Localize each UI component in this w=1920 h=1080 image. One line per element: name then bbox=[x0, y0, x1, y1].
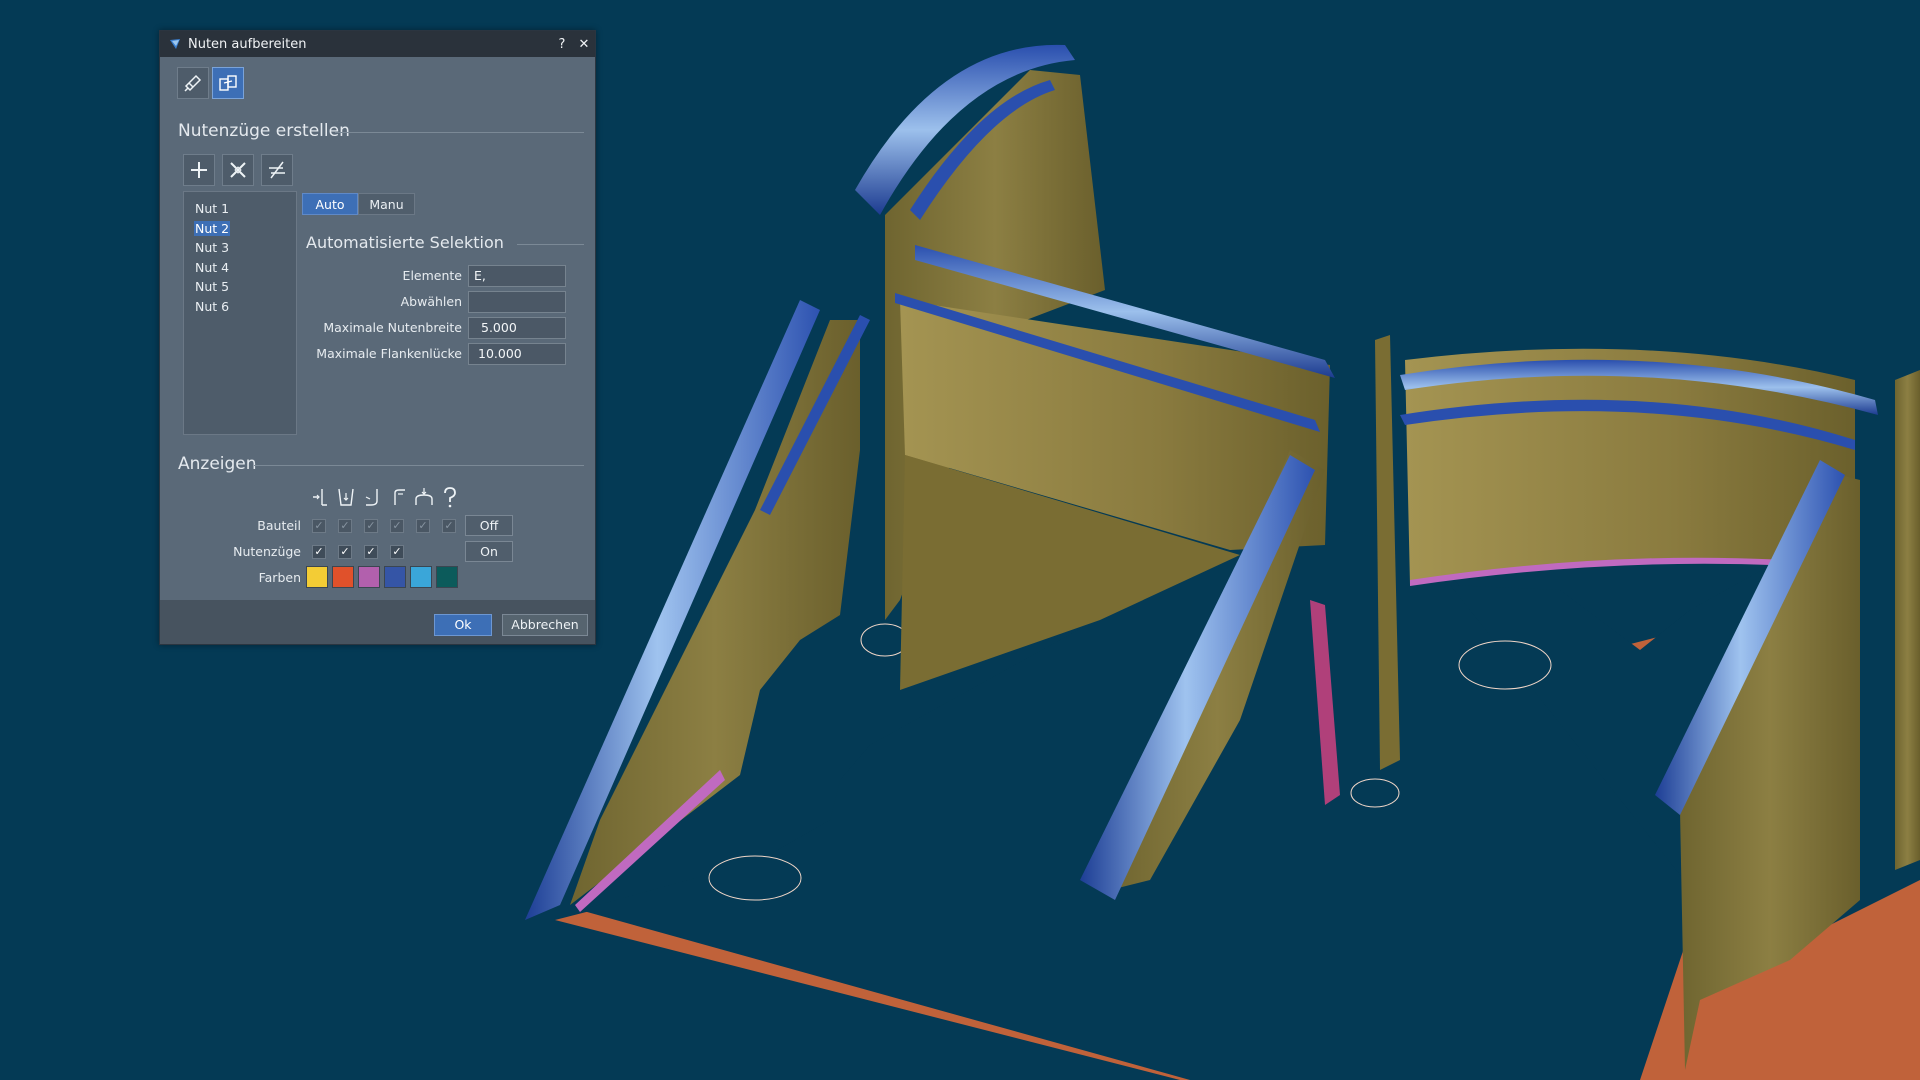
section-show-title: Anzeigen bbox=[178, 454, 257, 474]
elemente-label: Elemente bbox=[402, 268, 462, 283]
hole-small bbox=[1350, 778, 1400, 808]
delete-groove-button[interactable] bbox=[222, 154, 254, 186]
color-swatch-cyan[interactable] bbox=[410, 566, 432, 588]
bauteil-check-5[interactable]: ✓ bbox=[416, 519, 430, 533]
bauteil-check-3[interactable]: ✓ bbox=[364, 519, 378, 533]
dialog-titlebar[interactable]: Nuten aufbereiten ? ✕ bbox=[160, 31, 595, 57]
groove-edit-icon bbox=[184, 74, 202, 92]
bauteil-check-4[interactable]: ✓ bbox=[390, 519, 404, 533]
dialog-footer: Ok Abbrechen bbox=[160, 600, 595, 644]
bauteil-label: Bauteil bbox=[257, 518, 301, 533]
groove-list[interactable]: Nut 1 Nut 2 Nut 3 Nut 4 Nut 5 Nut 6 bbox=[183, 191, 297, 435]
max-flankenluecke-field[interactable]: 10.000 bbox=[468, 343, 566, 365]
nutenzuege-label: Nutenzüge bbox=[233, 544, 301, 559]
app-logo-icon bbox=[170, 39, 180, 49]
groove-type-4-icon bbox=[394, 489, 405, 505]
groove-edit-mode-button[interactable] bbox=[177, 67, 209, 99]
nutenzuege-toggle-button[interactable]: On bbox=[465, 541, 513, 562]
nutenzuege-check-2[interactable]: ✓ bbox=[338, 545, 352, 559]
list-item-nut-1[interactable]: Nut 1 bbox=[184, 199, 296, 219]
list-item-nut-2[interactable]: Nut 2 bbox=[184, 219, 296, 239]
section-auto-title: Automatisierte Selektion bbox=[306, 233, 504, 252]
section-create-title: Nutenzüge erstellen bbox=[178, 121, 350, 141]
groove-type-5-icon bbox=[415, 488, 433, 505]
groove-type-3-icon bbox=[365, 489, 378, 506]
color-swatch-teal[interactable] bbox=[436, 566, 458, 588]
close-button[interactable]: ✕ bbox=[573, 37, 595, 52]
color-swatch-blue[interactable] bbox=[384, 566, 406, 588]
section-create-divider bbox=[335, 132, 584, 133]
list-item-nut-3[interactable]: Nut 3 bbox=[184, 238, 296, 258]
plus-icon bbox=[191, 162, 207, 178]
section-show-divider bbox=[254, 465, 584, 466]
elemente-field[interactable]: E, bbox=[468, 265, 566, 287]
groove-type-2-icon bbox=[338, 488, 354, 506]
add-groove-button[interactable] bbox=[183, 154, 215, 186]
bauteil-check-2[interactable]: ✓ bbox=[338, 519, 352, 533]
delete-icon bbox=[230, 162, 246, 178]
bauteil-toggle-button[interactable]: Off bbox=[465, 515, 513, 536]
max-flankenluecke-label: Maximale Flankenlücke bbox=[316, 346, 462, 361]
split-icon bbox=[269, 161, 285, 179]
color-swatch-orange[interactable] bbox=[332, 566, 354, 588]
nuten-dialog: Nuten aufbereiten ? ✕ Nutenzüge erstelle… bbox=[159, 30, 596, 645]
unknown-type-icon bbox=[444, 487, 456, 508]
cancel-button[interactable]: Abbrechen bbox=[502, 614, 588, 636]
split-groove-button[interactable] bbox=[261, 154, 293, 186]
abwaehlen-label: Abwählen bbox=[400, 294, 462, 309]
max-nutenbreite-label: Maximale Nutenbreite bbox=[323, 320, 462, 335]
groove-stack-icon bbox=[219, 75, 237, 91]
dialog-title: Nuten aufbereiten bbox=[188, 36, 307, 52]
hole-middle bbox=[1458, 640, 1552, 690]
groove-stack-mode-button[interactable] bbox=[212, 67, 244, 99]
hole-left bbox=[708, 855, 802, 901]
max-nutenbreite-field[interactable]: 5.000 bbox=[468, 317, 566, 339]
right-edge-wall bbox=[1895, 370, 1920, 870]
groove-type-1-icon bbox=[313, 489, 327, 506]
tab-auto[interactable]: Auto bbox=[302, 193, 358, 215]
section-auto-divider bbox=[517, 244, 584, 245]
color-swatch-yellow[interactable] bbox=[306, 566, 328, 588]
nutenzuege-check-4[interactable]: ✓ bbox=[390, 545, 404, 559]
ok-button[interactable]: Ok bbox=[434, 614, 492, 636]
nutenzuege-check-3[interactable]: ✓ bbox=[364, 545, 378, 559]
bauteil-check-6[interactable]: ✓ bbox=[442, 519, 456, 533]
bauteil-check-1[interactable]: ✓ bbox=[312, 519, 326, 533]
color-swatch-magenta[interactable] bbox=[358, 566, 380, 588]
help-button[interactable]: ? bbox=[551, 37, 573, 52]
farben-label: Farben bbox=[258, 570, 301, 585]
abwaehlen-field[interactable] bbox=[468, 291, 566, 313]
nutenzuege-check-1[interactable]: ✓ bbox=[312, 545, 326, 559]
tab-manu[interactable]: Manu bbox=[358, 193, 415, 215]
